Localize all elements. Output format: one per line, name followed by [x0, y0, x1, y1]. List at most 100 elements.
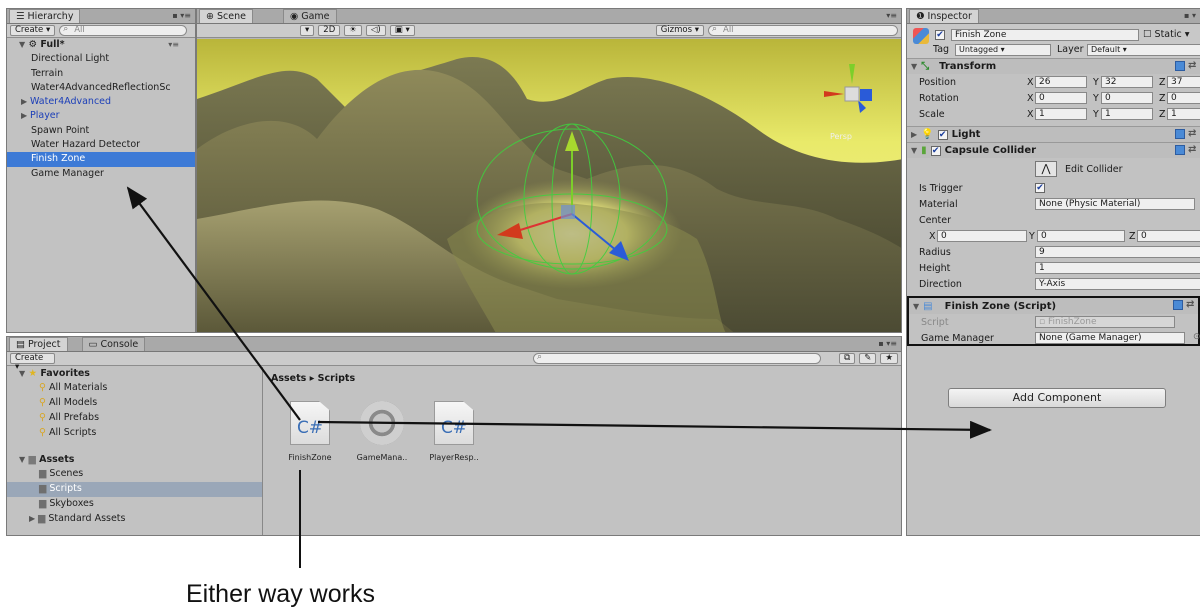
scale-y-field[interactable]: 1: [1101, 108, 1153, 120]
favorite-item[interactable]: ⚲ All Scripts: [7, 426, 262, 441]
rotation-z-field[interactable]: 0: [1167, 92, 1200, 104]
scene-viewport[interactable]: Persp: [197, 39, 902, 333]
audio-toggle-icon[interactable]: ◁): [365, 25, 386, 36]
light-enabled-checkbox[interactable]: ✔: [937, 129, 948, 140]
scene-panel-menu-icon[interactable]: ▾≡: [886, 11, 897, 20]
object-name-field[interactable]: Finish Zone: [951, 29, 1139, 41]
settings-gear-icon[interactable]: ⇄: [1188, 129, 1198, 139]
favorite-item[interactable]: ⚲ All Models: [7, 396, 262, 411]
is-trigger-checkbox[interactable]: ✔: [1035, 183, 1045, 193]
shading-mode-dropdown[interactable]: ▾: [300, 25, 315, 36]
hierarchy-create-button[interactable]: Create ▾: [10, 25, 56, 36]
assets-header[interactable]: ▼ ▆ Assets: [7, 453, 262, 467]
help-book-icon[interactable]: [1173, 300, 1183, 310]
tab-project[interactable]: ▤ Project: [9, 337, 68, 351]
hierarchy-item[interactable]: Water Hazard Detector: [7, 138, 195, 152]
transform-header[interactable]: ▼ ⤡ Transform ⇄: [907, 58, 1200, 74]
tab-console[interactable]: ▭ Console: [81, 337, 146, 351]
project-panel-menu-icon[interactable]: ▪ ▾≡: [878, 339, 897, 348]
active-checkbox[interactable]: ✔: [935, 30, 945, 40]
gizmos-dropdown[interactable]: Gizmos ▾: [655, 25, 704, 36]
hierarchy-item[interactable]: Finish Zone: [7, 152, 195, 167]
hierarchy-item[interactable]: ▶ Water4Advanced: [7, 95, 195, 109]
scale-z-field[interactable]: 1: [1167, 108, 1200, 120]
tab-inspector[interactable]: ❶ Inspector: [909, 9, 979, 23]
center-z-field[interactable]: 0: [1137, 230, 1200, 242]
tab-scene[interactable]: ⊕ Scene: [199, 9, 253, 23]
asset-folder-item[interactable]: ▶ ▆ Standard Assets: [7, 512, 262, 527]
hierarchy-search-input[interactable]: All: [59, 25, 188, 36]
tab-game[interactable]: ◉ Game: [282, 9, 337, 23]
height-field[interactable]: 1: [1035, 262, 1200, 274]
direction-dropdown[interactable]: Y-Axis: [1035, 278, 1200, 290]
hierarchy-item[interactable]: Spawn Point: [7, 124, 195, 138]
project-file[interactable]: GameMana..: [347, 401, 417, 462]
static-toggle[interactable]: ☐ Static ▾: [1143, 29, 1190, 40]
expand-triangle-icon[interactable]: ▶: [21, 95, 30, 109]
help-book-icon[interactable]: [1175, 145, 1185, 155]
settings-gear-icon[interactable]: ⇄: [1188, 61, 1198, 71]
project-search-input[interactable]: [532, 353, 822, 364]
foldout-collapsed-icon[interactable]: ▶: [911, 130, 917, 139]
rotation-x-field[interactable]: 0: [1035, 92, 1087, 104]
toggle-2d-button[interactable]: 2D: [318, 25, 341, 36]
tab-hierarchy[interactable]: ☰ Hierarchy: [9, 9, 81, 23]
add-component-button[interactable]: Add Component: [948, 388, 1166, 408]
favorite-item[interactable]: ⚲ All Prefabs: [7, 411, 262, 426]
filter-type-icon[interactable]: ⧉: [839, 353, 856, 364]
light-header[interactable]: ▶ 💡 ✔ Light ⇄: [907, 126, 1200, 142]
panel-menu-icon[interactable]: ▪ ▾≡: [172, 11, 191, 20]
project-create-button[interactable]: Create ▾: [10, 353, 55, 372]
filter-label-icon[interactable]: ✎: [859, 353, 877, 364]
scale-x-field[interactable]: 1: [1035, 108, 1087, 120]
favorite-star-icon[interactable]: ★: [880, 353, 898, 364]
project-file[interactable]: C# PlayerResp..: [419, 401, 489, 462]
asset-folder-item[interactable]: ▆ Scripts: [7, 482, 262, 497]
asset-folder-item[interactable]: ▆ Skyboxes: [7, 497, 262, 512]
foldout-triangle-icon[interactable]: ▼: [913, 302, 919, 311]
help-book-icon[interactable]: [1175, 129, 1185, 139]
favorites-header[interactable]: ▼ ★ Favorites: [7, 367, 262, 381]
hierarchy-item[interactable]: Game Manager: [7, 167, 195, 181]
collider-enabled-checkbox[interactable]: ✔: [930, 145, 941, 156]
hierarchy-item[interactable]: Directional Light: [7, 52, 195, 66]
scene-root-row[interactable]: ▼ ⚙ Full* ▾≡: [7, 38, 195, 52]
game-manager-field[interactable]: None (Game Manager): [1035, 332, 1185, 344]
radius-field[interactable]: 9: [1035, 246, 1200, 258]
foldout-triangle-icon[interactable]: ▼: [911, 62, 917, 71]
hierarchy-item[interactable]: ▶ Player: [7, 109, 195, 123]
favorite-item[interactable]: ⚲ All Materials: [7, 381, 262, 396]
settings-gear-icon[interactable]: ⇄: [1186, 300, 1196, 310]
help-book-icon[interactable]: [1175, 61, 1185, 71]
tag-dropdown[interactable]: Untagged ▾: [955, 44, 1051, 56]
expand-triangle-icon[interactable]: ▶: [21, 109, 30, 123]
position-y-field[interactable]: 32: [1101, 76, 1153, 88]
hierarchy-item[interactable]: Terrain: [7, 67, 195, 81]
expand-triangle-icon[interactable]: ▼: [19, 369, 25, 378]
hierarchy-item[interactable]: Water4AdvancedReflectionSc: [7, 81, 195, 95]
rotation-y-field[interactable]: 0: [1101, 92, 1153, 104]
settings-gear-icon[interactable]: ⇄: [1188, 145, 1198, 155]
position-x-field[interactable]: 26: [1035, 76, 1087, 88]
expand-triangle-icon[interactable]: ▼: [19, 40, 25, 49]
project-file[interactable]: C# FinishZone: [275, 401, 345, 462]
position-z-field[interactable]: 37: [1167, 76, 1200, 88]
capsule-collider-header[interactable]: ▼ ▮ ✔ Capsule Collider ⇄: [907, 142, 1200, 158]
edit-collider-icon[interactable]: ⋀: [1035, 161, 1057, 177]
script-component-header[interactable]: ▼ ▤ Finish Zone (Script) ⇄: [909, 298, 1198, 314]
expand-triangle-icon[interactable]: ▶: [29, 512, 38, 526]
layer-dropdown[interactable]: Default ▾: [1087, 44, 1200, 56]
scene-menu-icon[interactable]: ▾≡: [168, 38, 179, 52]
material-field[interactable]: None (Physic Material): [1035, 198, 1195, 210]
asset-folder-item[interactable]: ▆ Scenes: [7, 467, 262, 482]
center-x-field[interactable]: 0: [937, 230, 1027, 242]
expand-triangle-icon[interactable]: ▼: [19, 455, 25, 464]
object-picker-icon[interactable]: ⊙: [1193, 332, 1200, 342]
foldout-triangle-icon[interactable]: ▼: [911, 146, 917, 155]
lighting-toggle-icon[interactable]: ☀: [344, 25, 362, 36]
effects-toggle-icon[interactable]: ▣ ▾: [389, 25, 415, 36]
center-y-field[interactable]: 0: [1037, 230, 1125, 242]
inspector-lock-icon[interactable]: ▪ ▾: [1184, 11, 1196, 20]
project-breadcrumb[interactable]: Assets ▸ Scripts: [271, 373, 355, 384]
scene-search-input[interactable]: All: [708, 25, 898, 36]
